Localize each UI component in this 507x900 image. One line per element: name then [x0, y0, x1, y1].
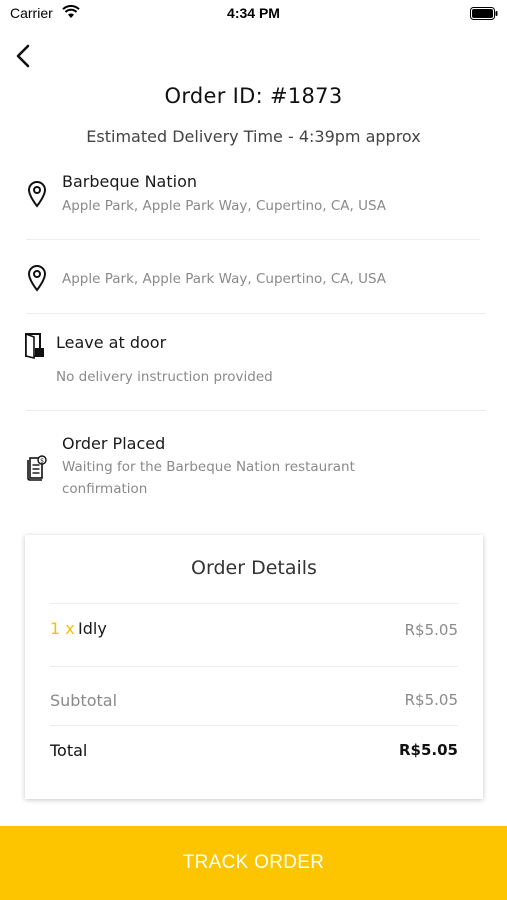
total-label: Total [50, 741, 88, 760]
total-value: R$5.05 [399, 741, 458, 759]
order-details-card: Order Details 1 x Idly R$5.05 Subtotal R… [25, 535, 483, 799]
item-price: R$5.05 [404, 621, 458, 639]
receipt-icon: $ [27, 455, 47, 481]
divider [50, 666, 458, 667]
back-button[interactable] [12, 42, 36, 70]
status-bar: Carrier 4:34 PM [0, 0, 507, 28]
delivery-instruction-title: Leave at door [56, 333, 167, 352]
divider [26, 239, 480, 240]
status-time: 4:34 PM [227, 5, 280, 21]
location-pin-icon [27, 181, 47, 208]
divider [50, 603, 458, 604]
track-order-button[interactable]: TRACK ORDER [0, 826, 507, 900]
door-icon [25, 333, 44, 359]
delivery-address: Apple Park, Apple Park Way, Cupertino, C… [62, 271, 387, 287]
track-order-label: TRACK ORDER [182, 852, 325, 873]
location-pin-icon [27, 265, 47, 292]
estimated-delivery-time: Estimated Delivery Time - 4:39pm approx [86, 127, 421, 146]
svg-text:$: $ [40, 457, 44, 464]
page-title: Order ID: #1873 [164, 84, 343, 108]
item-quantity: 1 x [50, 619, 75, 638]
item-name: Idly [78, 619, 107, 638]
delivery-instruction-note: No delivery instruction provided [56, 369, 273, 385]
order-status-title: Order Placed [62, 434, 166, 453]
divider [26, 410, 486, 411]
battery-icon [470, 7, 498, 20]
divider [26, 313, 486, 314]
restaurant-address: Apple Park, Apple Park Way, Cupertino, C… [62, 198, 387, 214]
chevron-left-icon [16, 44, 30, 68]
divider [50, 725, 458, 726]
subtotal-value: R$5.05 [404, 691, 458, 709]
subtotal-label: Subtotal [50, 691, 118, 710]
order-status-note: Waiting for the Barbeque Nation restaura… [62, 459, 355, 497]
order-details-title: Order Details [191, 557, 317, 579]
restaurant-name: Barbeque Nation [62, 172, 198, 191]
